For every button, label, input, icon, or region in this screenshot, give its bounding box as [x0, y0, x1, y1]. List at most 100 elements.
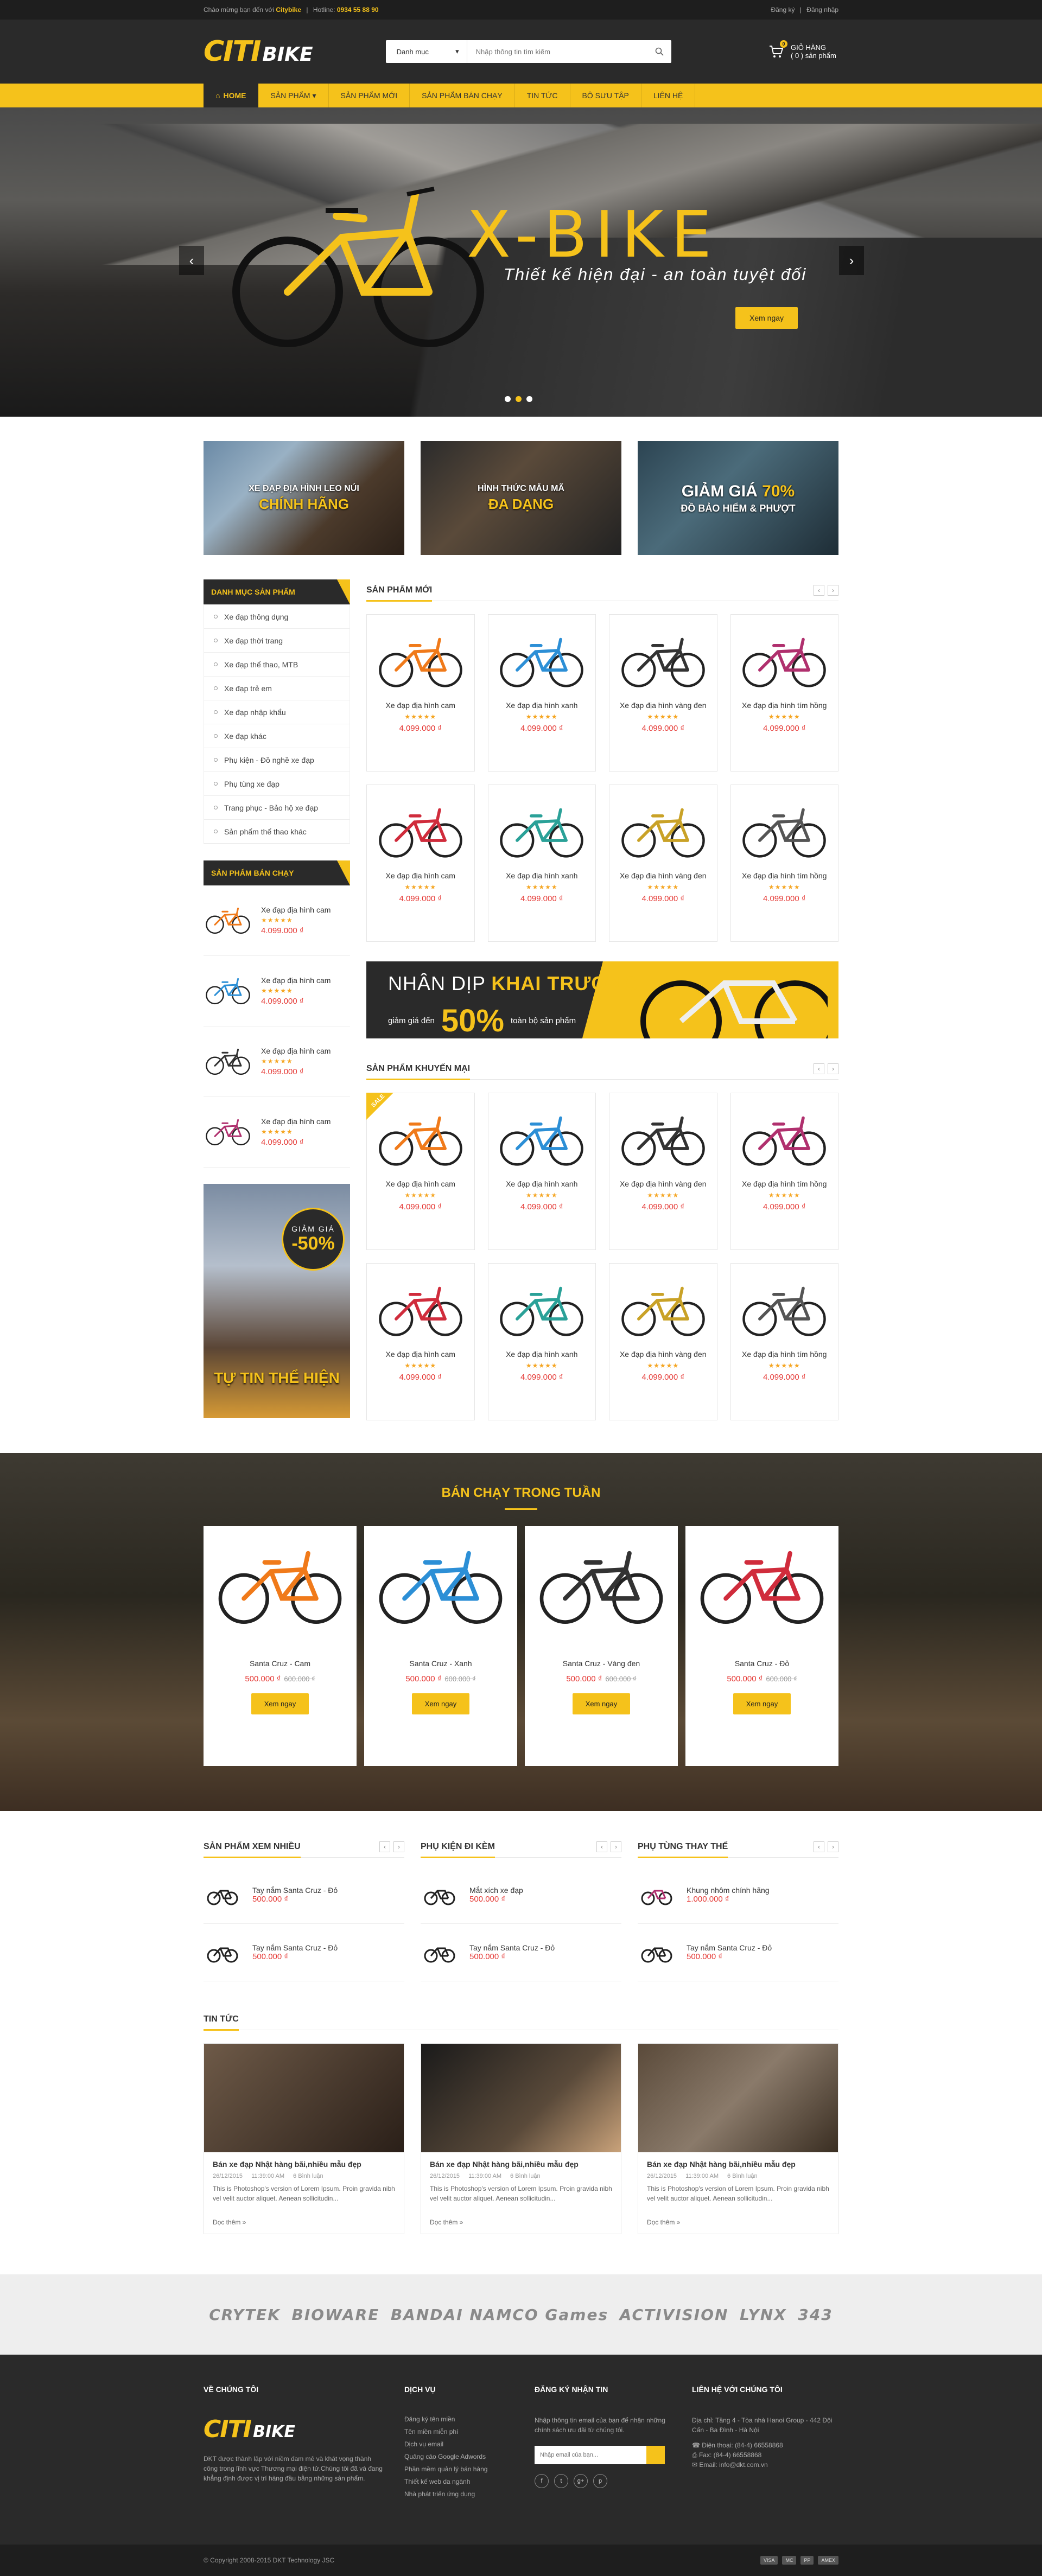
product-card[interactable]: Xe đạp địa hình vàng đen ★★★★★ 4.099.000 ₫	[609, 614, 717, 771]
newsletter-email-input[interactable]	[535, 2446, 646, 2464]
site-logo[interactable]: CITI BIKE	[204, 35, 313, 68]
news-card[interactable]: Bán xe đạp Nhật hàng bãi,nhiều mẫu đẹp 26…	[421, 2043, 621, 2234]
product-card[interactable]: Xe đạp địa hình xanh ★★★★★ 4.099.000 ₫	[487, 785, 596, 942]
product-card[interactable]: SALE Xe đạp địa hình cam ★★★★★ 4.099.000 ₫	[366, 1093, 475, 1250]
banner-da-dang[interactable]: HÌNH THỨC MẪU MÃ ĐA DẠNG	[421, 441, 621, 555]
category-item[interactable]: Xe đạp nhập khẩu	[204, 700, 350, 724]
google-plus-icon[interactable]: g+	[574, 2474, 588, 2488]
nav-collection[interactable]: BỘ SƯU TẬP	[570, 84, 641, 107]
product-card[interactable]: Xe đạp địa hình tím hồng ★★★★★ 4.099.000 ₫	[730, 1263, 838, 1420]
partner-logo[interactable]: ACTIVISION	[620, 2306, 729, 2324]
search-input[interactable]	[467, 40, 647, 63]
facebook-icon[interactable]: f	[535, 2474, 549, 2488]
news-title[interactable]: Bán xe đạp Nhật hàng bãi,nhiều mẫu đẹp	[647, 2160, 829, 2169]
next-arrow-button[interactable]: ›	[611, 1841, 621, 1852]
mini-product-item[interactable]: Khung nhôm chính hãng 1.000.000 ₫	[638, 1866, 838, 1924]
category-item[interactable]: Xe đạp thông dụng	[204, 605, 350, 629]
newsletter-submit-button[interactable]	[646, 2446, 665, 2464]
read-more-link[interactable]: Đọc thêm »	[647, 2218, 829, 2226]
footer-service-link[interactable]: Phần mềm quản lý bán hàng	[404, 2465, 513, 2473]
sidebar-ad-banner[interactable]: GIẢM GIÁ -50% TỰ TIN THỂ HIỆN	[204, 1184, 350, 1418]
partner-logo[interactable]: 343	[798, 2306, 833, 2324]
category-item[interactable]: Xe đạp thời trang	[204, 629, 350, 653]
product-card[interactable]: Xe đạp địa hình cam ★★★★★ 4.099.000 ₫	[366, 614, 475, 771]
product-card[interactable]: Xe đạp địa hình cam ★★★★★ 4.099.000 ₫	[366, 785, 475, 942]
partner-logo[interactable]: BIOWARE	[292, 2306, 380, 2324]
product-card[interactable]: Xe đạp địa hình xanh ★★★★★ 4.099.000 ₫	[487, 1263, 596, 1420]
category-item[interactable]: Phụ kiện - Đồ nghề xe đạp	[204, 748, 350, 772]
login-link[interactable]: Đăng nhập	[806, 6, 838, 14]
product-card[interactable]: Xe đạp địa hình xanh ★★★★★ 4.099.000 ₫	[487, 614, 596, 771]
product-card[interactable]: Xe đạp địa hình vàng đen ★★★★★ 4.099.000 ₫	[609, 1263, 717, 1420]
slider-dot[interactable]	[526, 396, 532, 402]
product-card[interactable]: Xe đạp địa hình vàng đen ★★★★★ 4.099.000 ₫	[609, 1093, 717, 1250]
nav-products[interactable]: SẢN PHẨM ▾	[258, 84, 329, 107]
nav-contact[interactable]: LIÊN HỆ	[641, 84, 696, 107]
category-item[interactable]: Xe đạp khác	[204, 724, 350, 748]
category-item[interactable]: Sản phẩm thể thao khác	[204, 820, 350, 844]
register-link[interactable]: Đăng ký	[771, 6, 795, 14]
read-more-link[interactable]: Đọc thêm »	[430, 2218, 612, 2226]
search-category-select[interactable]: Danh mục ▾	[386, 40, 467, 63]
mini-product-item[interactable]: Mắt xích xe đạp 500.000 ₫	[421, 1866, 621, 1924]
view-now-button[interactable]: Xem ngay	[572, 1693, 631, 1714]
product-card[interactable]: Xe đạp địa hình tím hồng ★★★★★ 4.099.000 ₫	[730, 785, 838, 942]
news-title[interactable]: Bán xe đạp Nhật hàng bãi,nhiều mẫu đẹp	[213, 2160, 395, 2169]
news-card[interactable]: Bán xe đạp Nhật hàng bãi,nhiều mẫu đẹp 26…	[204, 2043, 404, 2234]
nav-best-sellers[interactable]: SẢN PHẨM BÁN CHẠY	[410, 84, 515, 107]
prev-arrow-button[interactable]: ‹	[814, 584, 824, 596]
cart-widget[interactable]: 0 GIỎ HÀNG ( 0 ) sản phẩm	[768, 40, 838, 60]
next-arrow-button[interactable]: ›	[393, 1841, 404, 1852]
slider-dot[interactable]	[505, 396, 511, 402]
news-title[interactable]: Bán xe đạp Nhật hàng bãi,nhiều mẫu đẹp	[430, 2160, 612, 2169]
prev-arrow-button[interactable]: ‹	[814, 1063, 824, 1074]
category-item[interactable]: Xe đạp trẻ em	[204, 677, 350, 700]
view-now-button[interactable]: Xem ngay	[411, 1693, 470, 1714]
product-card[interactable]: Xe đạp địa hình tím hồng ★★★★★ 4.099.000 ₫	[730, 1093, 838, 1250]
view-now-button[interactable]: Xem ngay	[733, 1693, 791, 1714]
banner-giam-gia[interactable]: GIẢM GIÁ 70% ĐỒ BẢO HIỂM & PHƯỢT	[638, 441, 838, 555]
nav-home[interactable]: ⌂ HOME	[204, 84, 259, 107]
view-now-button[interactable]: Xem ngay	[251, 1693, 309, 1714]
product-card[interactable]: Xe đạp địa hình xanh ★★★★★ 4.099.000 ₫	[487, 1093, 596, 1250]
slider-next-button[interactable]: ›	[839, 246, 864, 275]
category-item[interactable]: Xe đạp thể thao, MTB	[204, 653, 350, 677]
twitter-icon[interactable]: t	[554, 2474, 568, 2488]
best-seller-item[interactable]: Xe đạp địa hình cam ★★★★★ 4.099.000 ₫	[204, 1097, 350, 1168]
pinterest-icon[interactable]: p	[593, 2474, 607, 2488]
nav-news[interactable]: TIN TỨC	[515, 84, 570, 107]
nav-new-products[interactable]: SẢN PHẨM MỚI	[329, 84, 410, 107]
footer-service-link[interactable]: Tên miền miễn phí	[404, 2428, 513, 2435]
search-button[interactable]	[647, 40, 671, 63]
category-item[interactable]: Phụ tùng xe đạp	[204, 772, 350, 796]
prev-arrow-button[interactable]: ‹	[814, 1841, 824, 1852]
product-card[interactable]: Xe đạp địa hình tím hồng ★★★★★ 4.099.000 ₫	[730, 614, 838, 771]
product-card[interactable]: Xe đạp địa hình cam ★★★★★ 4.099.000 ₫	[366, 1263, 475, 1420]
best-seller-item[interactable]: Xe đạp địa hình cam ★★★★★ 4.099.000 ₫	[204, 885, 350, 956]
hero-cta-button[interactable]: Xem ngay	[735, 307, 798, 329]
weekly-product-card[interactable]: Santa Cruz - Xanh 500.000 ₫ 600.000 ₫ Xem n…	[364, 1526, 517, 1766]
prev-arrow-button[interactable]: ‹	[379, 1841, 390, 1852]
hotline-number[interactable]: 0934 55 88 90	[337, 6, 379, 14]
mini-product-item[interactable]: Tay nắm Santa Cruz - Đỏ 500.000 ₫	[421, 1924, 621, 1981]
best-seller-item[interactable]: Xe đạp địa hình cam ★★★★★ 4.099.000 ₫	[204, 956, 350, 1026]
footer-service-link[interactable]: Thiết kế web da ngành	[404, 2478, 513, 2485]
prev-arrow-button[interactable]: ‹	[596, 1841, 607, 1852]
partner-logo[interactable]: BANDAI NAMCO Games	[391, 2306, 608, 2324]
slider-prev-button[interactable]: ‹	[179, 246, 204, 275]
footer-logo[interactable]: CITI BIKE	[204, 2415, 383, 2443]
news-card[interactable]: Bán xe đạp Nhật hàng bãi,nhiều mẫu đẹp 26…	[638, 2043, 838, 2234]
next-arrow-button[interactable]: ›	[828, 1063, 838, 1074]
footer-service-link[interactable]: Nhà phát triển ứng dụng	[404, 2490, 513, 2498]
promo-banner[interactable]: NHÂN DỊP KHAI TRƯƠNG giảm giá đến 50% to…	[366, 961, 838, 1038]
footer-service-link[interactable]: Dịch vụ email	[404, 2440, 513, 2448]
partner-logo[interactable]: LYNX	[740, 2306, 787, 2324]
read-more-link[interactable]: Đọc thêm »	[213, 2218, 395, 2226]
footer-service-link[interactable]: Quảng cáo Google Adwords	[404, 2453, 513, 2460]
banner-chinh-hang[interactable]: XE ĐẠP ĐỊA HÌNH LEO NÚI CHÍNH HÃNG	[204, 441, 404, 555]
partner-logo[interactable]: CRYTEK	[209, 2306, 281, 2324]
weekly-product-card[interactable]: Santa Cruz - Đỏ 500.000 ₫ 600.000 ₫ Xem nga…	[685, 1526, 838, 1766]
product-card[interactable]: Xe đạp địa hình vàng đen ★★★★★ 4.099.000 ₫	[609, 785, 717, 942]
best-seller-item[interactable]: Xe đạp địa hình cam ★★★★★ 4.099.000 ₫	[204, 1026, 350, 1097]
mini-product-item[interactable]: Tay nắm Santa Cruz - Đỏ 500.000 ₫	[638, 1924, 838, 1981]
